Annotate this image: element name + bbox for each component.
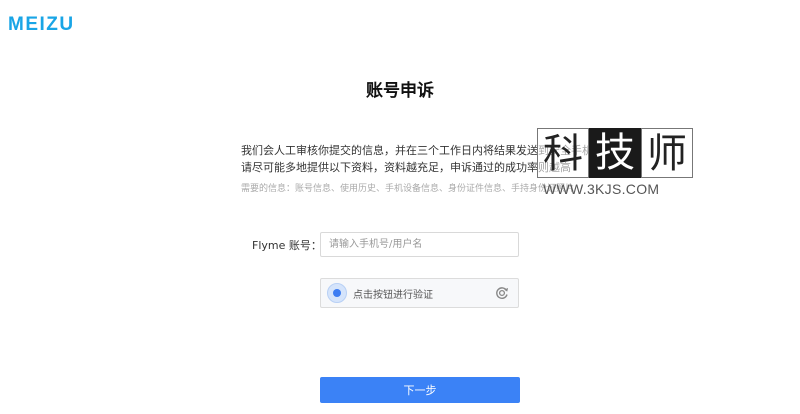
captcha-dot-icon [327,283,347,303]
page-title: 账号申诉 [366,81,434,101]
refresh-icon[interactable] [494,285,510,301]
captcha-button[interactable]: 点击按钮进行验证 [320,278,519,308]
watermark-char-2: 技 [589,128,641,178]
watermark-char-1: 科 [537,128,589,178]
next-step-button[interactable]: 下一步 [320,377,520,403]
watermark-chars: 科 技 师 [537,128,693,178]
watermark: 科 技 师 WWW.3KJS.COM [537,128,693,200]
account-label: Flyme 账号： [252,239,322,252]
appeal-page: MEIZU 账号申诉 我们会人工审核你提交的信息，并在三个工作日内将结果发送到安… [0,0,800,414]
watermark-url: WWW.3KJS.COM [543,181,660,197]
watermark-char-3: 师 [641,128,693,178]
meizu-logo[interactable]: MEIZU [8,14,75,36]
captcha-text: 点击按钮进行验证 [353,289,433,301]
account-input[interactable] [320,232,519,257]
